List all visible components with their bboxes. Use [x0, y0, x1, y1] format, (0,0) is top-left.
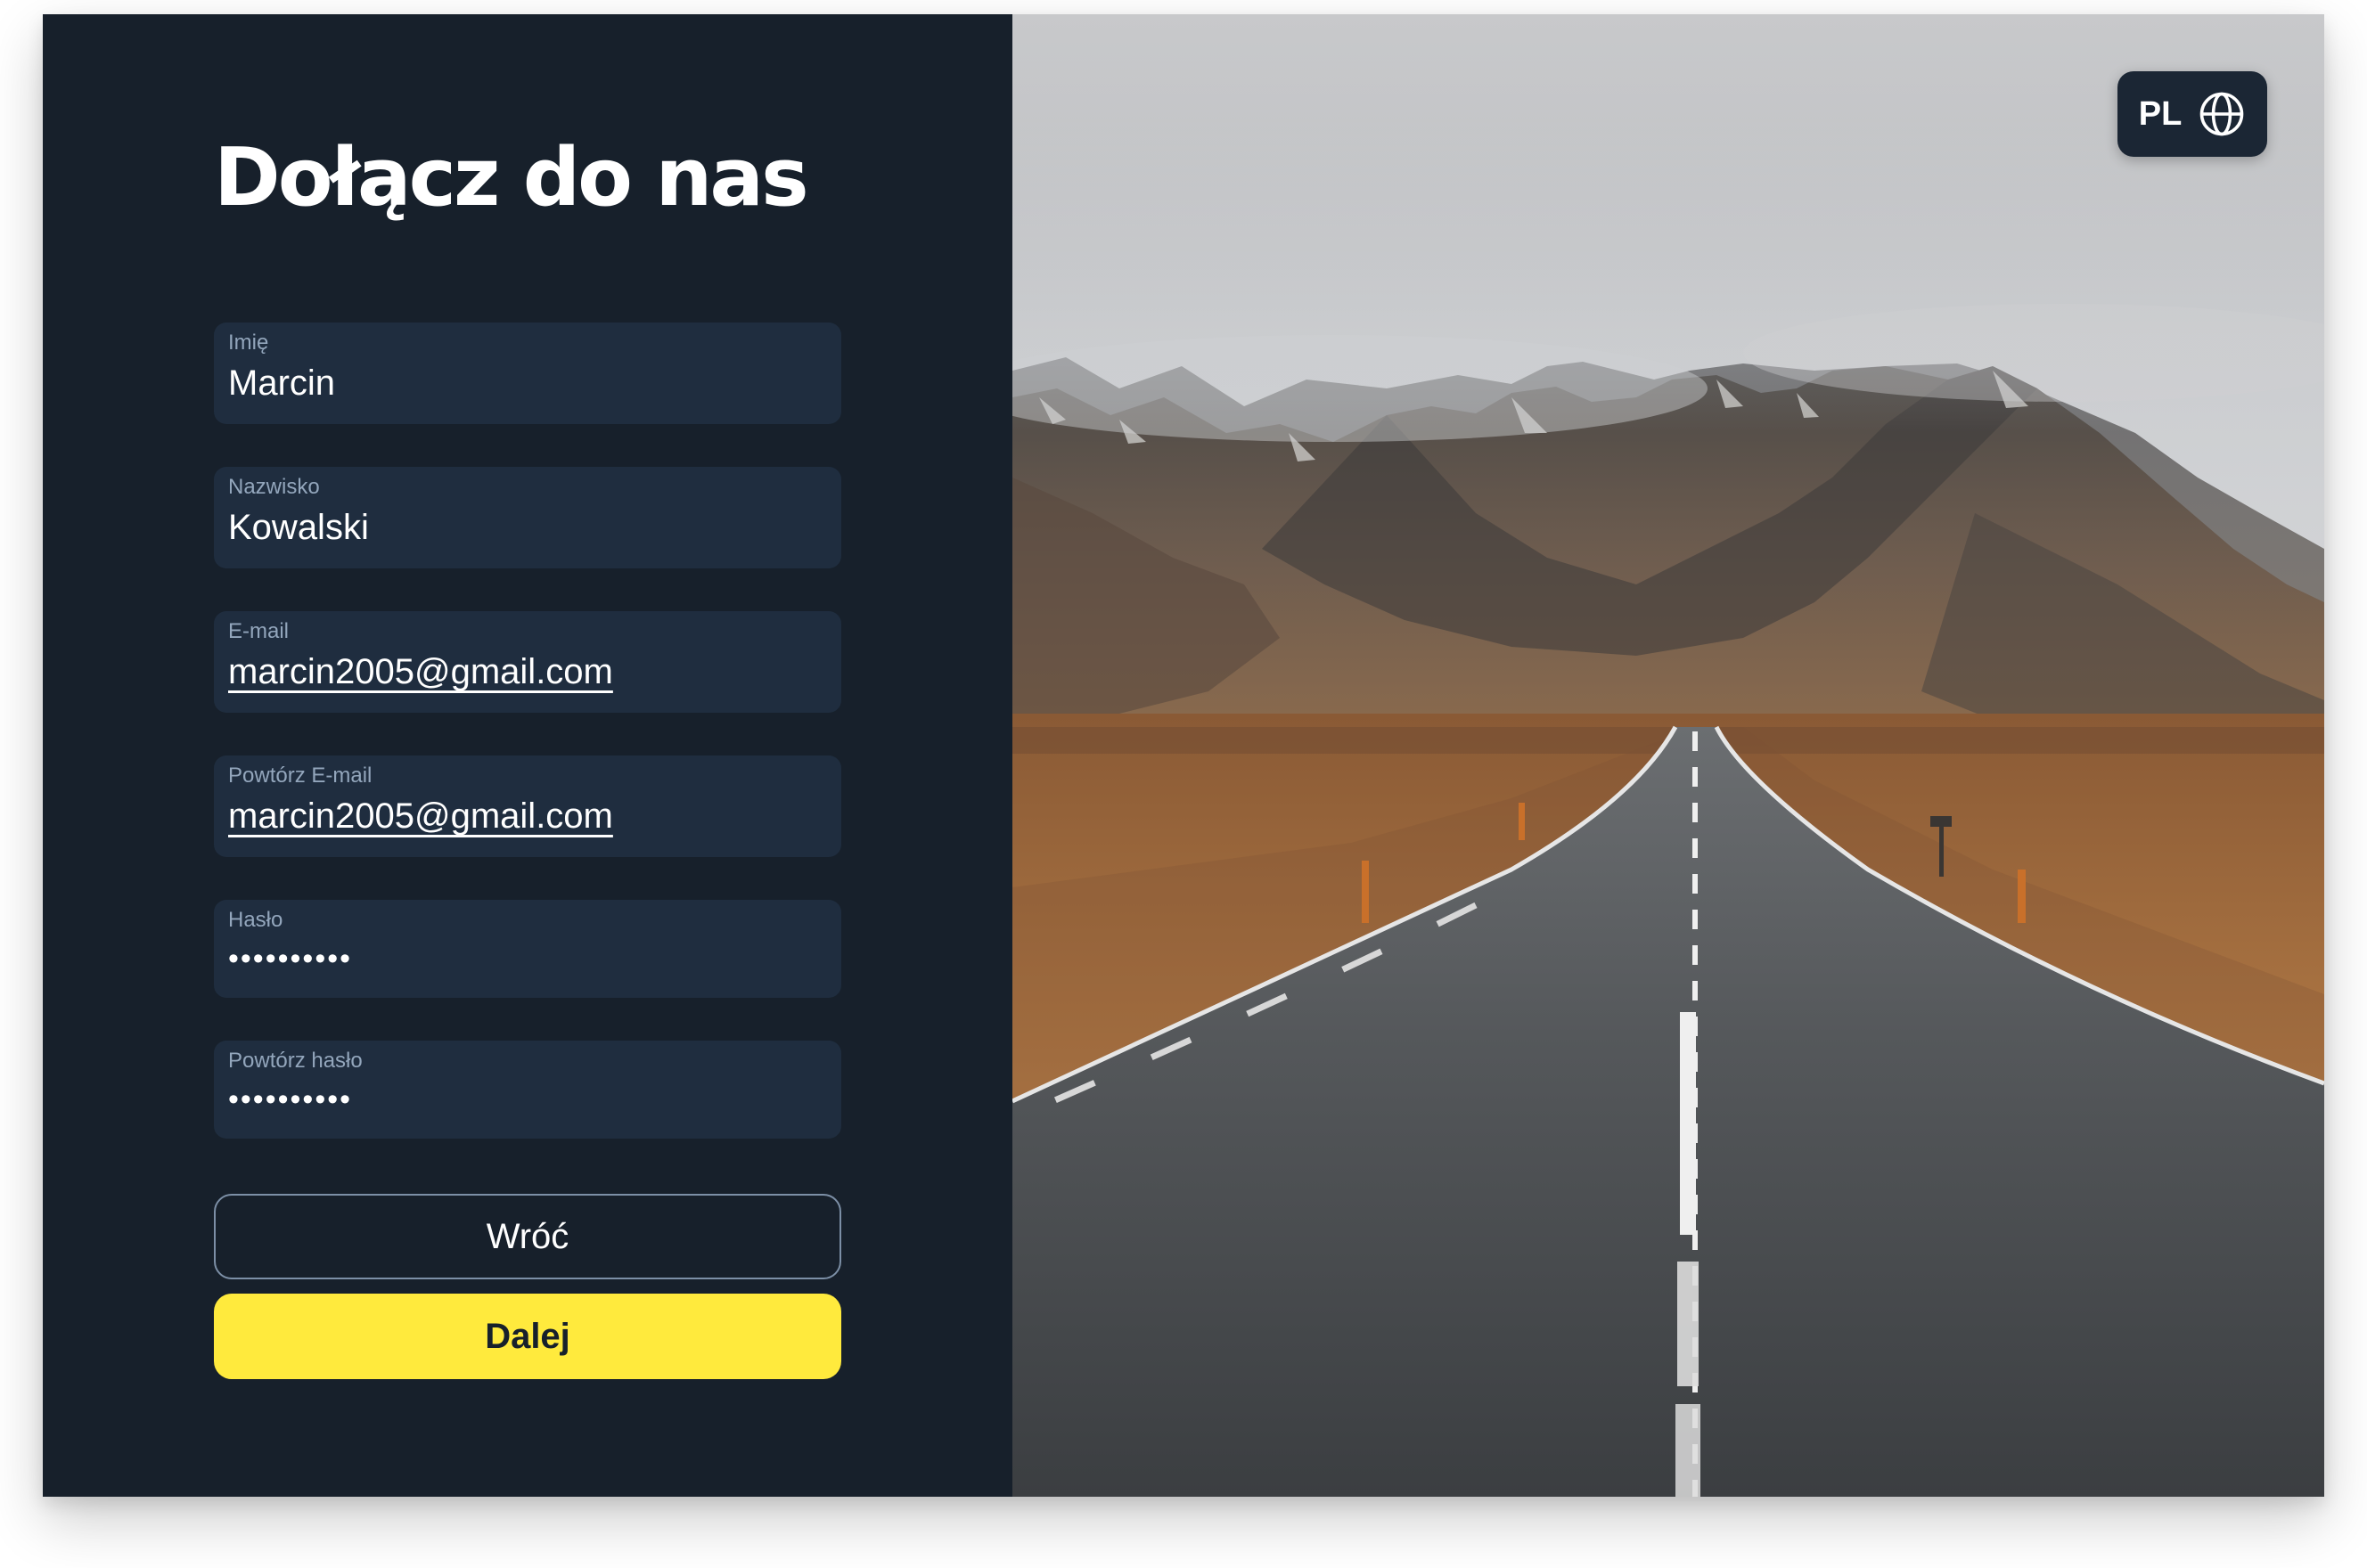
- email-value[interactable]: marcin2005@gmail.com: [228, 647, 613, 697]
- back-button[interactable]: Wróć: [214, 1194, 841, 1279]
- hero-image-panel: PL: [1012, 14, 2324, 1497]
- last-name-field[interactable]: Nazwisko Kowalski: [214, 467, 841, 568]
- repeat-password-value[interactable]: ••••••••••: [228, 1074, 352, 1124]
- last-name-label: Nazwisko: [228, 475, 320, 499]
- password-label: Hasło: [228, 908, 283, 932]
- last-name-value[interactable]: Kowalski: [228, 502, 369, 552]
- page-title: Dołącz do nas: [214, 131, 809, 225]
- language-switcher[interactable]: PL: [2117, 71, 2267, 157]
- repeat-password-field[interactable]: Powtórz hasło ••••••••••: [214, 1041, 841, 1139]
- signup-window: Dołącz do nas Imię Marcin Nazwisko Kowal…: [43, 14, 2324, 1497]
- password-field[interactable]: Hasło ••••••••••: [214, 900, 841, 998]
- globe-icon: [2199, 92, 2244, 136]
- password-value[interactable]: ••••••••••: [228, 934, 352, 984]
- repeat-email-field[interactable]: Powtórz E-mail marcin2005@gmail.com: [214, 755, 841, 857]
- signup-form-panel: Dołącz do nas Imię Marcin Nazwisko Kowal…: [43, 14, 1012, 1497]
- landscape-photo: [1012, 14, 2324, 1497]
- first-name-field[interactable]: Imię Marcin: [214, 323, 841, 424]
- email-label: E-mail: [228, 619, 290, 643]
- language-code: PL: [2138, 95, 2183, 133]
- repeat-email-value[interactable]: marcin2005@gmail.com: [228, 791, 613, 841]
- repeat-email-label: Powtórz E-mail: [228, 764, 373, 788]
- repeat-password-label: Powtórz hasło: [228, 1049, 363, 1073]
- first-name-label: Imię: [228, 331, 269, 355]
- email-field[interactable]: E-mail marcin2005@gmail.com: [214, 611, 841, 713]
- first-name-value[interactable]: Marcin: [228, 358, 335, 408]
- next-button[interactable]: Dalej: [214, 1294, 841, 1379]
